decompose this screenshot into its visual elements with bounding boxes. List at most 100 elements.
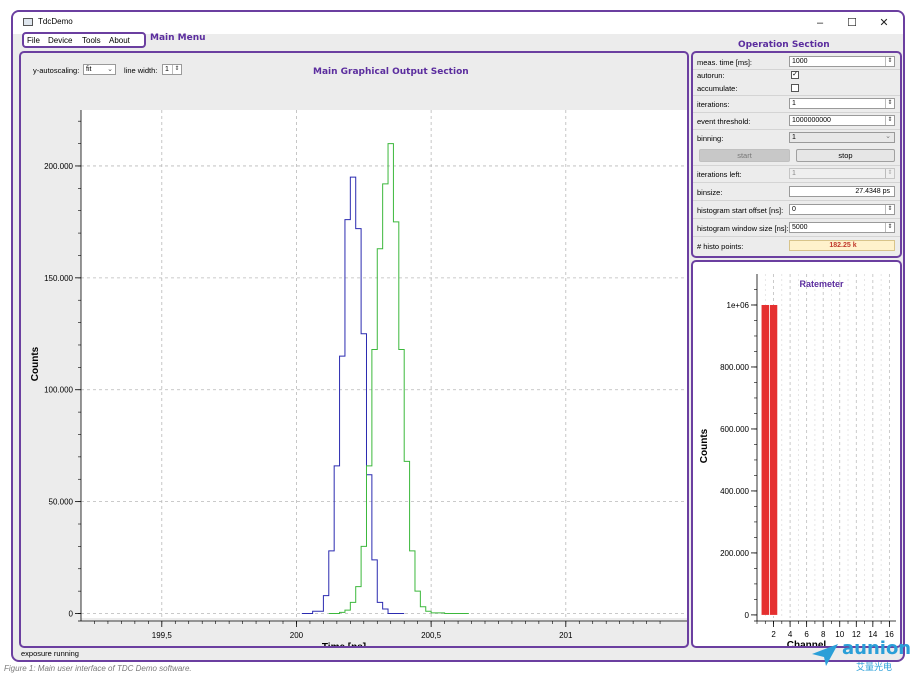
app-window: TdcDemo – ☐ ✕ File Device Tools About Ma… xyxy=(11,10,905,662)
watermark-logo: aunion 艾量光电 xyxy=(806,638,916,674)
x-tick-label: 199,5 xyxy=(152,631,173,640)
binsize-label: binsize: xyxy=(697,188,723,197)
watermark-text: aunion xyxy=(842,638,912,659)
autoscale-value: fit xyxy=(86,66,92,73)
x-tick-label: 8 xyxy=(821,630,826,639)
chevron-down-icon: ⌄ xyxy=(885,133,891,140)
meas-time-label: meas. time [ms]: xyxy=(697,58,753,67)
spin-arrows-icon[interactable]: ⇕ xyxy=(885,57,894,66)
ratemeter-title: Ratemeter xyxy=(799,279,844,289)
binsize-field: 27.4348 ps xyxy=(789,186,895,197)
iterations-value: 1 xyxy=(792,100,796,107)
autorun-checkbox[interactable]: ✓ xyxy=(791,71,799,79)
ratemeter-chart[interactable]: 2 4 6 8 10 12 14 160200.000400.000600.000800.00… xyxy=(693,262,900,646)
hist-offset-label: histogram start offset [ns]: xyxy=(697,206,784,215)
y-axis-label: Counts xyxy=(699,428,710,463)
x-tick-label: 2 xyxy=(771,630,776,639)
divider xyxy=(693,165,900,166)
autoscale-select[interactable]: fit ⌄ xyxy=(83,64,116,75)
figure-caption: Figure 1: Main user interface of TDC Dem… xyxy=(4,664,192,673)
spin-arrows-icon[interactable]: ⇕ xyxy=(885,116,894,125)
histo-points-label: # histo points: xyxy=(697,242,744,251)
menu-about[interactable]: About xyxy=(109,36,130,45)
watermark-subtext: 艾量光电 xyxy=(856,662,893,672)
accumulate-checkbox[interactable] xyxy=(791,84,799,92)
menu-device[interactable]: Device xyxy=(48,36,72,45)
autorun-label: autorun: xyxy=(697,71,725,80)
y-tick-label: 100.000 xyxy=(44,386,73,395)
watermark-bird-icon xyxy=(812,644,838,666)
event-threshold-spinbox[interactable]: 1000000000 ⇕ xyxy=(789,115,895,126)
divider xyxy=(693,218,900,219)
operation-panel: Operation Section meas. time [ms]: 1000 … xyxy=(691,40,902,258)
divider xyxy=(693,69,900,70)
main-menu-annotation: Main Menu xyxy=(150,33,206,43)
spin-arrows-icon: ⇕ xyxy=(885,169,894,178)
divider xyxy=(693,236,900,237)
hist-offset-value: 0 xyxy=(792,206,796,213)
y-tick-label: 200.000 xyxy=(44,162,73,171)
hist-window-spinbox[interactable]: 5000 ⇕ xyxy=(789,222,895,233)
operation-title: Operation Section xyxy=(738,40,830,50)
divider xyxy=(693,200,900,201)
spin-arrows-icon[interactable]: ⇕ xyxy=(885,205,894,214)
x-axis-label: Time [ns] xyxy=(322,642,366,646)
close-button[interactable]: ✕ xyxy=(869,14,899,32)
y-tick-label: 0 xyxy=(745,611,750,620)
y-tick-label: 800.000 xyxy=(720,363,749,372)
iterations-left-spinbox: 1 ⇕ xyxy=(789,168,895,179)
divider xyxy=(693,182,900,183)
hist-window-label: histogram window size [ns]: xyxy=(697,224,789,233)
minimize-button[interactable]: – xyxy=(805,14,835,32)
iterations-label: iterations: xyxy=(697,100,730,109)
window-title: TdcDemo xyxy=(38,17,73,26)
main-output-title: Main Graphical Output Section xyxy=(313,67,469,77)
histo-points-field: 182.25 k xyxy=(789,240,895,251)
x-tick-label: 200,5 xyxy=(421,631,442,640)
menu-file[interactable]: File xyxy=(27,36,40,45)
menu-bar: File Device Tools About xyxy=(22,32,146,48)
title-bar[interactable]: TdcDemo – ☐ ✕ xyxy=(13,12,903,34)
x-tick-label: 201 xyxy=(559,631,573,640)
ratemeter-panel: 2 4 6 8 10 12 14 16 0 200.000 400.000 600.000 800.00… xyxy=(691,260,902,648)
chevron-down-icon: ⌄ xyxy=(107,66,113,73)
linewidth-spinbox[interactable]: 1 ⇕ xyxy=(162,64,182,75)
hist-offset-spinbox[interactable]: 0 ⇕ xyxy=(789,204,895,215)
x-tick-label: 4 xyxy=(788,630,793,639)
start-button[interactable]: start xyxy=(699,149,790,162)
event-threshold-label: event threshold: xyxy=(697,117,751,126)
menu-tools[interactable]: Tools xyxy=(82,36,101,45)
event-threshold-value: 1000000000 xyxy=(792,117,831,124)
spin-arrows-icon[interactable]: ⇕ xyxy=(172,65,181,74)
divider xyxy=(693,129,900,130)
main-histogram-chart[interactable]: 199,5 200 200,5 201 0 50.000 100.000 150.000 200… xyxy=(21,80,687,646)
main-output-panel: y-autoscaling: fit ⌄ line width: 1 ⇕ Mai… xyxy=(19,51,689,648)
iterations-left-label: iterations left: xyxy=(697,170,742,179)
y-tick-label: 0 xyxy=(69,610,74,619)
y-axis-label: Counts xyxy=(30,346,41,381)
divider xyxy=(693,112,900,113)
maximize-button[interactable]: ☐ xyxy=(837,14,867,32)
spin-arrows-icon[interactable]: ⇕ xyxy=(885,223,894,232)
hist-window-value: 5000 xyxy=(792,224,808,231)
meas-time-spinbox[interactable]: 1000 ⇕ xyxy=(789,56,895,67)
y-tick-label: 200.000 xyxy=(720,549,749,558)
y-tick-label: 150.000 xyxy=(44,274,73,283)
spin-arrows-icon[interactable]: ⇕ xyxy=(885,99,894,108)
linewidth-label: line width: xyxy=(124,66,158,75)
binning-value: 1 xyxy=(792,134,796,141)
divider xyxy=(693,95,900,96)
ratemeter-bar xyxy=(769,304,778,615)
accumulate-label: accumulate: xyxy=(697,84,738,93)
linewidth-value: 1 xyxy=(165,66,169,73)
iterations-left-value: 1 xyxy=(792,170,796,177)
stop-button[interactable]: stop xyxy=(796,149,895,162)
x-tick-label: 200 xyxy=(290,631,304,640)
plot-area xyxy=(81,110,687,618)
binning-label: binning: xyxy=(697,134,724,143)
y-tick-label: 400.000 xyxy=(720,487,749,496)
binning-select[interactable]: 1 ⌄ xyxy=(789,132,895,143)
y-tick-label: 50.000 xyxy=(49,498,74,507)
autoscale-label: y-autoscaling: xyxy=(33,66,80,75)
iterations-spinbox[interactable]: 1 ⇕ xyxy=(789,98,895,109)
